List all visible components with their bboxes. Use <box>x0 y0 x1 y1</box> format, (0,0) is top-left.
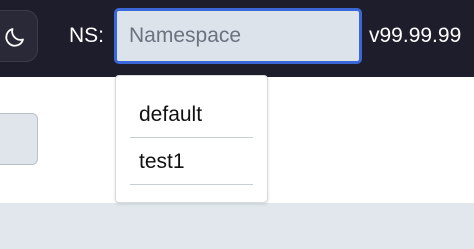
theme-toggle-button[interactable] <box>0 10 38 62</box>
namespace-input[interactable] <box>114 8 362 64</box>
namespace-option-default[interactable]: default <box>130 91 253 138</box>
content-button[interactable] <box>0 113 38 165</box>
namespace-dropdown: default test1 <box>115 75 268 203</box>
namespace-option-test1[interactable]: test1 <box>130 138 253 185</box>
moon-icon <box>5 28 24 47</box>
content-band <box>0 203 474 249</box>
top-navbar: NS: v99.99.99 <box>0 0 474 77</box>
namespace-label: NS: <box>69 24 105 47</box>
version-label: v99.99.99 <box>369 24 462 47</box>
